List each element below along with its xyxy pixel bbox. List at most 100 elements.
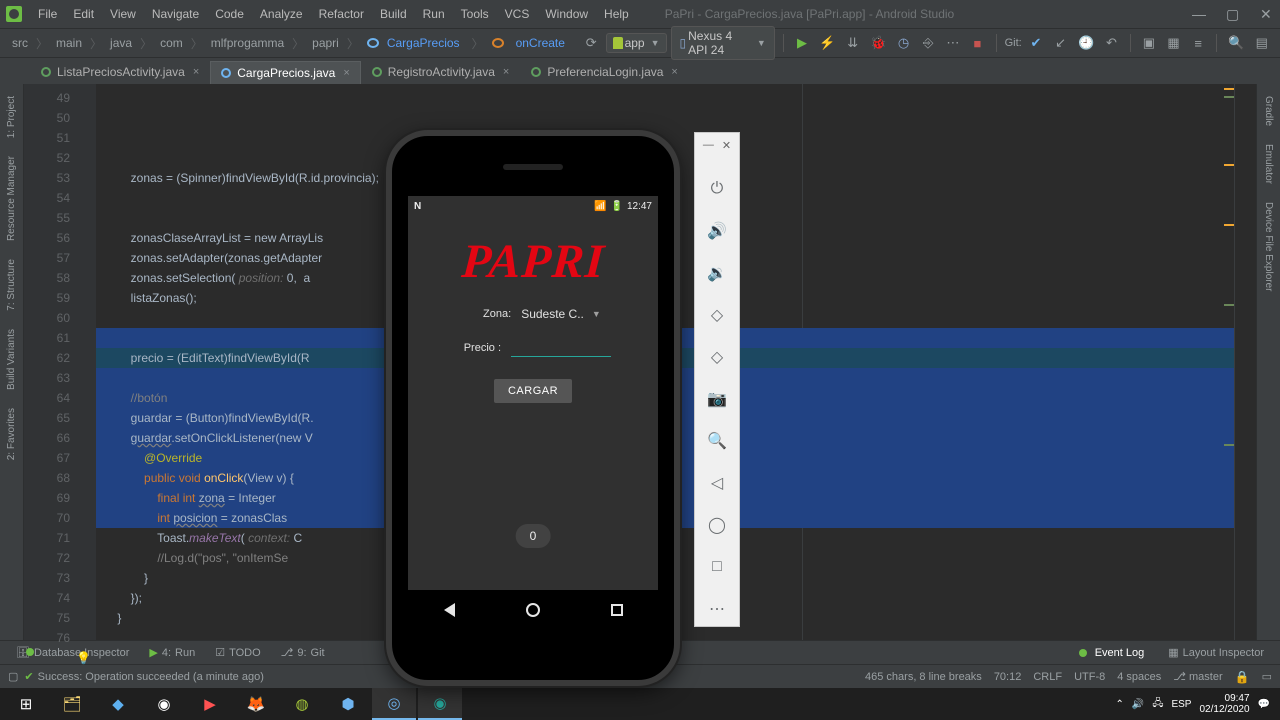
sdk-manager-icon[interactable]: ▦: [1166, 34, 1181, 52]
menu-run[interactable]: Run: [415, 7, 453, 21]
status-eol[interactable]: CRLF: [1033, 671, 1062, 683]
git-history-icon[interactable]: 🕘: [1078, 34, 1094, 52]
task-chrome[interactable]: ◉: [142, 688, 186, 720]
close-icon[interactable]: ×: [671, 66, 677, 78]
menu-navigate[interactable]: Navigate: [144, 7, 207, 21]
tray-chevron-icon[interactable]: ⌃: [1115, 699, 1123, 710]
cargar-button[interactable]: CARGAR: [494, 379, 572, 403]
close-button[interactable]: ✕: [1252, 6, 1268, 23]
close-icon[interactable]: ×: [193, 66, 199, 78]
task-firefox[interactable]: 🦊: [234, 688, 278, 720]
crumb-papri[interactable]: papri: [308, 36, 343, 50]
search-everywhere-icon[interactable]: 🔍: [1228, 34, 1244, 52]
menu-analyze[interactable]: Analyze: [252, 7, 311, 21]
menu-tools[interactable]: Tools: [453, 7, 497, 21]
maximize-button[interactable]: ▢: [1218, 6, 1234, 23]
emu-close-button[interactable]: ✕: [722, 139, 731, 152]
nav-back-icon[interactable]: [444, 603, 455, 617]
status-encoding[interactable]: UTF-8: [1074, 671, 1105, 683]
structure-icon[interactable]: ≡: [1191, 34, 1206, 52]
minimize-button[interactable]: —: [1184, 6, 1200, 23]
task-app2[interactable]: ▶: [188, 688, 232, 720]
tool-event-log[interactable]: Event Log: [1071, 646, 1153, 659]
task-app1[interactable]: ◆: [96, 688, 140, 720]
crumb-pkg[interactable]: mlfprogamma: [207, 36, 288, 50]
apply-code-icon[interactable]: ⇊: [845, 34, 860, 52]
tool-resource-manager[interactable]: Resource Manager: [4, 150, 19, 247]
emu-zoom-icon[interactable]: 🔍: [706, 430, 728, 452]
nav-recent-icon[interactable]: [611, 604, 623, 616]
tool-build-variants[interactable]: Build Variants: [4, 323, 19, 396]
tool-device-explorer[interactable]: Device File Explorer: [1261, 196, 1276, 297]
task-android-studio[interactable]: ◎: [372, 688, 416, 720]
stop-button[interactable]: ■: [970, 34, 985, 52]
nav-home-icon[interactable]: [526, 603, 540, 617]
tool-run[interactable]: ▶4:Run: [141, 646, 203, 659]
emu-rotate-right-icon[interactable]: ◇: [706, 346, 728, 368]
emu-more-icon[interactable]: ⋯: [706, 598, 728, 620]
zona-spinner[interactable]: Sudeste C.. ▼: [521, 307, 601, 321]
system-tray[interactable]: ⌃ 🔊 🖧 ESP 09:47 02/12/2020 💬: [1115, 693, 1276, 715]
intention-bulb-icon[interactable]: 💡: [76, 648, 91, 668]
menu-code[interactable]: Code: [207, 7, 252, 21]
emu-overview-icon[interactable]: □: [706, 556, 728, 578]
attach-debugger-icon[interactable]: ⎆: [921, 34, 936, 52]
task-emulator[interactable]: ◉: [418, 688, 462, 720]
start-button[interactable]: ⊞: [4, 688, 48, 720]
menu-build[interactable]: Build: [372, 7, 415, 21]
menu-file[interactable]: File: [30, 7, 65, 21]
status-branch[interactable]: ⎇ master: [1173, 670, 1222, 683]
tray-clock[interactable]: 09:47 02/12/2020: [1199, 693, 1249, 715]
tool-git[interactable]: ⎇9:Git: [273, 646, 333, 659]
tool-project[interactable]: 1: Project: [4, 90, 19, 144]
tool-gradle[interactable]: Gradle: [1261, 90, 1276, 132]
line-gutter[interactable]: 49 50 51 52 53 54 55 56 57 58 59 60 61 6…: [24, 84, 96, 640]
more-run-icon[interactable]: ⋯: [946, 34, 961, 52]
tab-listaprecios[interactable]: ListaPreciosActivity.java×: [30, 60, 210, 84]
run-config-selector[interactable]: app ▼: [606, 33, 667, 53]
close-icon[interactable]: ×: [503, 66, 509, 78]
emu-volume-down-icon[interactable]: 🔉: [706, 262, 728, 284]
device-selector[interactable]: ▯ Nexus 4 API 24 ▼: [671, 26, 775, 60]
phone-screen[interactable]: N 📶 🔋 12:47 PAPRI Zona: Sudeste C.. ▼: [408, 196, 658, 622]
emulator-window[interactable]: N 📶 🔋 12:47 PAPRI Zona: Sudeste C.. ▼: [386, 130, 684, 686]
task-explorer[interactable]: 🗂: [50, 688, 94, 720]
close-icon[interactable]: ×: [343, 67, 349, 79]
memory-indicator[interactable]: ▭: [1262, 670, 1272, 683]
tool-layout-inspector[interactable]: ▦Layout Inspector: [1160, 646, 1272, 659]
tab-preferencia[interactable]: PreferenciaLogin.java×: [520, 60, 689, 84]
settings-icon[interactable]: ▤: [1254, 34, 1269, 52]
run-button[interactable]: ▶: [795, 34, 810, 52]
tray-volume-icon[interactable]: 🔊: [1132, 699, 1144, 710]
lock-icon[interactable]: 🔒: [1235, 670, 1250, 684]
emu-camera-icon[interactable]: 📷: [706, 388, 728, 410]
tool-structure[interactable]: 7: Structure: [4, 253, 19, 317]
avd-manager-icon[interactable]: ▣: [1142, 34, 1157, 52]
menu-edit[interactable]: Edit: [65, 7, 102, 21]
status-indent[interactable]: 4 spaces: [1117, 671, 1161, 683]
crumb-com[interactable]: com: [156, 36, 187, 50]
crumb-java[interactable]: java: [106, 36, 136, 50]
crumb-main[interactable]: main: [52, 36, 86, 50]
tray-language[interactable]: ESP: [1171, 699, 1191, 710]
breakpoint-marker[interactable]: [26, 648, 34, 656]
tab-registro[interactable]: RegistroActivity.java×: [361, 60, 521, 84]
tool-todo[interactable]: ☑TODO: [207, 646, 268, 659]
git-revert-icon[interactable]: ↶: [1104, 34, 1119, 52]
tool-favorites[interactable]: 2: Favorites: [4, 402, 19, 466]
menu-refactor[interactable]: Refactor: [311, 7, 372, 21]
task-android[interactable]: ◍: [280, 688, 324, 720]
menu-window[interactable]: Window: [537, 7, 596, 21]
sync-gradle-icon[interactable]: ⟳: [584, 34, 599, 52]
precio-input[interactable]: [511, 339, 611, 357]
emu-volume-up-icon[interactable]: 🔊: [706, 220, 728, 242]
emu-minimize-button[interactable]: —: [703, 139, 714, 152]
status-position[interactable]: 70:12: [994, 671, 1022, 683]
crumb-src[interactable]: src: [8, 36, 32, 50]
profiler-button[interactable]: ◷: [896, 34, 911, 52]
git-update-icon[interactable]: ↙: [1053, 34, 1068, 52]
menu-vcs[interactable]: VCS: [497, 7, 538, 21]
emu-back-icon[interactable]: ◁: [706, 472, 728, 494]
emu-home-icon[interactable]: ◯: [706, 514, 728, 536]
git-commit-icon[interactable]: ✔: [1029, 34, 1044, 52]
